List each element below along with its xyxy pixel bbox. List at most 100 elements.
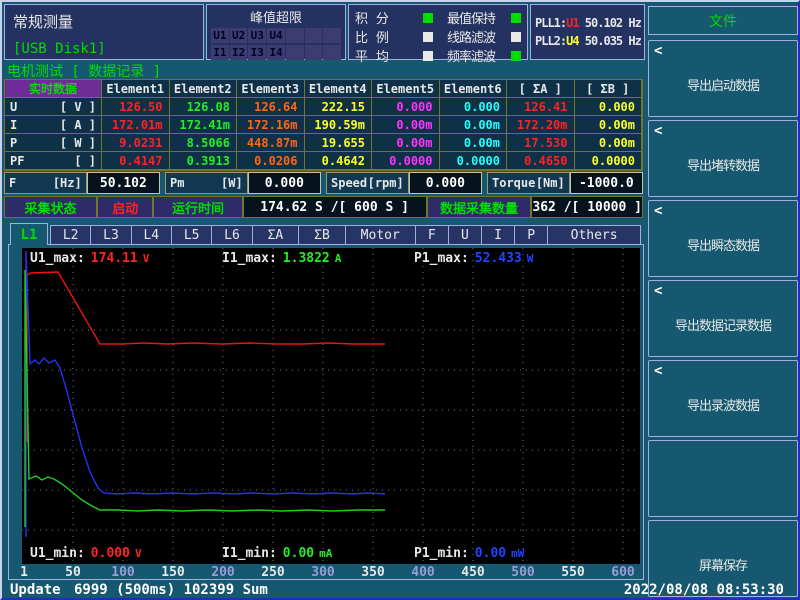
table-value-cell: 8.5066 [170,134,238,152]
measure-value: 50.102 [87,172,160,194]
table-value-cell: 0.000 [575,98,643,116]
tab-others[interactable]: Others [548,226,640,244]
measurement-table: 实时数据Element1Element2Element3Element4Elem… [4,79,643,171]
table-header-cell: Element3 [237,80,305,98]
measure-pair: Torque[Nm]-1000.0 [487,172,643,194]
table-value-cell: 0.000 [440,98,508,116]
table-value-cell: 172.41m [170,116,238,134]
tab-l2[interactable]: L2 [51,226,91,244]
table-header-cell: [ ΣB ] [575,80,643,98]
measure-label: Torque[Nm] [487,172,570,194]
tab-l4[interactable]: L4 [132,226,172,244]
x-tick-label: 550 [561,565,584,580]
sidebar-button-empty[interactable] [648,440,798,517]
peak-cell: I2 [230,45,248,60]
pll-frequency: 50.035 Hz [579,34,641,48]
back-arrow-icon: < [654,123,662,139]
row-quantity: PF [10,154,24,168]
tab-i[interactable]: I [482,226,515,244]
measure-unit: [rpm] [368,176,404,190]
tab-l5[interactable]: L5 [172,226,212,244]
peak-cell: U2 [230,28,248,43]
tab-σb[interactable]: ΣB [299,226,346,244]
row-quantity: P [10,136,17,150]
tab-l3[interactable]: L3 [91,226,131,244]
x-tick-label: 350 [361,565,384,580]
x-tick-label: 250 [261,565,284,580]
tab-l6[interactable]: L6 [212,226,252,244]
mode-checkbox[interactable] [423,13,433,23]
tab-f[interactable]: F [416,226,449,244]
measure-unit: [Nm] [536,176,565,190]
filter-label: 频率滤波 [447,46,505,65]
table-value-cell: 9.0231 [102,134,170,152]
stat-label: I1_max: [222,251,277,266]
usb-disk-status: [USB Disk1] [13,41,106,57]
row-unit: [ W ] [60,136,96,150]
mode-checkbox[interactable] [423,32,433,42]
tab-motor[interactable]: Motor [346,226,416,244]
pll-source: U4 [566,34,578,48]
peak-cell: I4 [267,45,285,60]
filter-checkbox[interactable] [511,13,521,23]
x-axis: 150100150200250300350400450500550600 [22,565,640,579]
filter-checkbox[interactable] [511,32,521,42]
x-tick-label: 450 [461,565,484,580]
table-value-cell: 0.4650 [507,152,575,170]
pll-name: PLL1: [535,16,566,30]
mode-checkbox[interactable] [423,51,433,61]
stat-value: 0.00 [475,546,506,561]
sidebar-file-menu: 文件 <导出启动数据<导出堵转数据<导出瞬态数据<导出数据记录数据<导出录波数据… [648,4,798,600]
table-value-cell: 0.00m [440,134,508,152]
stat-label: U1_min: [30,546,85,561]
acq-status-value: 启动 [97,196,153,218]
pll-row: PLL2:U4 50.035 Hz [535,34,644,48]
acq-status-label: 采集状态 [4,196,97,218]
tab-σa[interactable]: ΣA [253,226,300,244]
table-row-label: U[ V ] [5,98,102,116]
peak-cell [305,28,323,43]
measure-label: Speed[rpm] [326,172,409,194]
stat-value: 0.00 [283,546,314,561]
table-row-label: I[ A ] [5,116,102,134]
tab-l1-active[interactable]: L1 [10,223,48,245]
table-value-cell: 172.16m [237,116,305,134]
x-tick-label: 300 [311,565,334,580]
sidebar-button-导出堵转数据[interactable]: <导出堵转数据 [648,120,798,197]
filter-checkbox[interactable] [511,51,521,61]
sidebar-button-label: 导出瞬态数据 [649,235,797,254]
x-tick-label: 500 [511,565,534,580]
mode-label: 积 分 [355,8,417,27]
x-tick-label: 150 [161,565,184,580]
stat-p1_max: P1_max:52.433W [414,251,592,266]
back-arrow-icon: < [654,203,662,219]
pll-frequency: 50.102 Hz [579,16,641,30]
peak-cell: I3 [248,45,266,60]
sidebar-button-屏幕保存[interactable]: 屏幕保存 [648,520,798,597]
table-value-cell: 222.15 [305,98,373,116]
tab-u[interactable]: U [449,226,482,244]
sidebar-button-导出启动数据[interactable]: <导出启动数据 [648,40,798,117]
measure-pair: Speed[rpm]0.000 [326,172,482,194]
sidebar-button-导出数据记录数据[interactable]: <导出数据记录数据 [648,280,798,357]
trend-plot-area[interactable]: U1_max:174.11VI1_max:1.3822AP1_max:52.43… [22,248,640,564]
table-value-cell: 0.00m [372,116,440,134]
x-tick-label: 400 [411,565,434,580]
stat-unit: A [335,252,342,265]
pll-row: PLL1:U1 50.102 Hz [535,16,644,30]
measure-label: Pm[W] [165,172,248,194]
table-value-cell: 172.20m [507,116,575,134]
table-value-cell: 190.59m [305,116,373,134]
peak-cell: U4 [267,28,285,43]
trend-chart-panel: U1_max:174.11VI1_max:1.3822AP1_max:52.43… [8,244,644,580]
stat-label: P1_min: [414,546,469,561]
measure-pair: Pm[W]0.000 [165,172,321,194]
tab-p[interactable]: P [515,226,548,244]
peak-cell [323,45,341,60]
sidebar-button-导出录波数据[interactable]: <导出录波数据 [648,360,798,437]
trace-u1 [27,272,385,442]
sidebar-button-导出瞬态数据[interactable]: < 导出瞬态数据 [648,200,798,277]
table-value-cell: 0.0000 [440,152,508,170]
stat-unit: V [135,547,142,560]
mode-label: 平 均 [355,46,417,65]
